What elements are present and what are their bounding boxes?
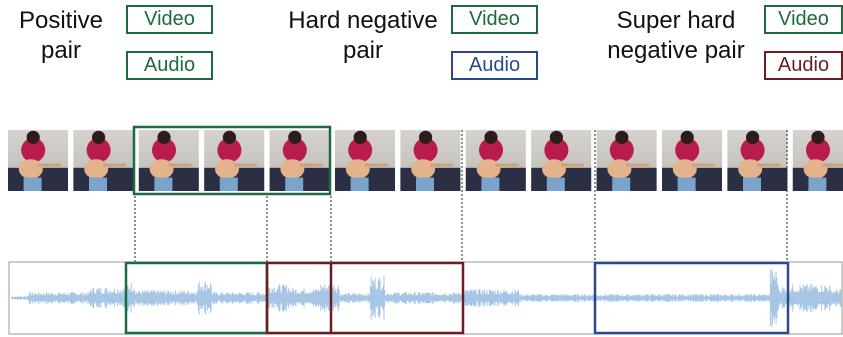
diagram-canvas — [8, 125, 843, 335]
video-frame — [73, 130, 134, 191]
video-frame — [138, 130, 199, 191]
video-frame — [662, 130, 722, 191]
video-frame — [727, 130, 788, 191]
video-frame — [400, 130, 461, 191]
video-frame — [465, 130, 526, 191]
video-frame — [269, 130, 330, 191]
video-frame — [531, 130, 592, 191]
video-frame — [596, 130, 657, 191]
video-frame — [8, 130, 68, 191]
video-frame — [335, 130, 395, 191]
video-frame — [792, 130, 843, 191]
video-frame — [204, 130, 265, 191]
